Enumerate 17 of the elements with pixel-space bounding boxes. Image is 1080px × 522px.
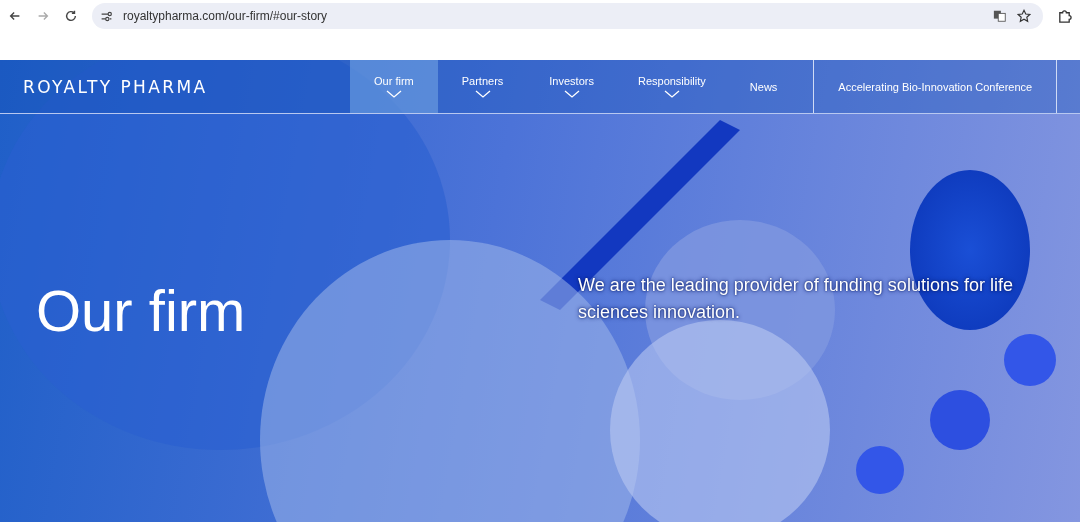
star-icon[interactable] <box>1017 9 1031 23</box>
nav-tab[interactable]: News <box>727 60 800 113</box>
reload-icon[interactable] <box>64 9 78 23</box>
nav-tab[interactable]: Partners <box>437 60 528 113</box>
extensions-icon[interactable] <box>1057 8 1072 24</box>
translate-icon[interactable] <box>993 9 1007 23</box>
nav-tab[interactable]: Investors <box>527 60 616 113</box>
hero-tagline: We are the leading provider of funding solutions for life sciences innovation. <box>578 274 1014 324</box>
site-logo[interactable]: ROYALTY PHARMA <box>0 60 350 113</box>
conference-link[interactable]: Accelerating Bio-Innovation Conference <box>813 60 1058 113</box>
site-settings-icon[interactable] <box>100 9 113 23</box>
nav-tab[interactable]: Responsibility <box>615 60 728 113</box>
address-bar[interactable]: royaltypharma.com/our-firm/#our-story <box>92 3 1043 29</box>
nav-tab[interactable]: Our firm <box>350 60 438 113</box>
back-icon[interactable] <box>8 9 22 23</box>
hero-title: Our firm <box>35 282 246 340</box>
url-text: royaltypharma.com/our-firm/#our-story <box>123 9 328 23</box>
